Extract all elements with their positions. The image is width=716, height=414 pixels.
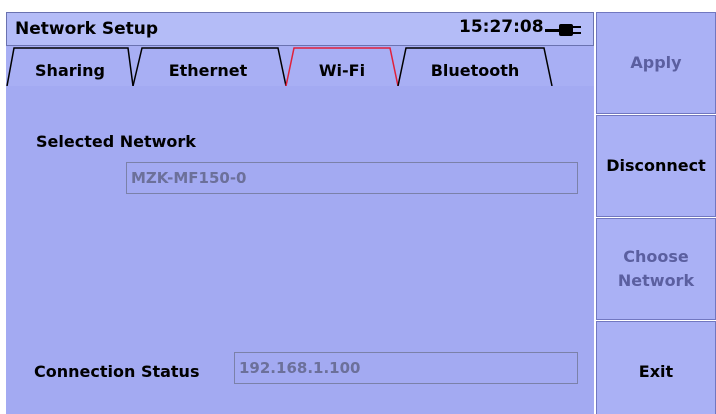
tab-label: Bluetooth	[430, 61, 520, 80]
tab-bluetooth[interactable]: Bluetooth	[394, 46, 556, 86]
selected-network-label: Selected Network	[36, 132, 196, 151]
tab-label: Wi-Fi	[318, 61, 366, 80]
disconnect-button[interactable]: Disconnect	[596, 115, 716, 217]
softkey-column: Apply Disconnect Choose Network Exit	[596, 0, 716, 414]
tab-sharing[interactable]: Sharing	[6, 46, 134, 86]
connection-status-label: Connection Status	[34, 362, 200, 381]
tab-label: Ethernet	[168, 61, 248, 80]
window-title: Network Setup	[15, 19, 159, 39]
title-bar: Network Setup 15:27:08	[6, 12, 594, 46]
tab-strip: Sharing Ethernet Wi-Fi Bluetooth	[6, 46, 594, 86]
wifi-panel: Selected Network MZK-MF150-0 Connection …	[6, 86, 594, 414]
choose-network-button[interactable]: Choose Network	[596, 218, 716, 320]
selected-network-field[interactable]: MZK-MF150-0	[126, 162, 578, 194]
connection-status-field: 192.168.1.100	[234, 352, 578, 384]
plug-icon	[545, 24, 581, 36]
exit-button[interactable]: Exit	[596, 321, 716, 414]
clock: 15:27:08	[459, 17, 544, 37]
tab-ethernet[interactable]: Ethernet	[128, 46, 288, 86]
apply-button[interactable]: Apply	[596, 12, 716, 114]
network-setup-screen: Network Setup 15:27:08 Sharing Ethernet	[0, 0, 716, 414]
tab-label: Sharing	[35, 61, 105, 80]
choose-network-label: Choose Network	[617, 247, 695, 290]
tab-wifi[interactable]: Wi-Fi	[282, 46, 402, 86]
